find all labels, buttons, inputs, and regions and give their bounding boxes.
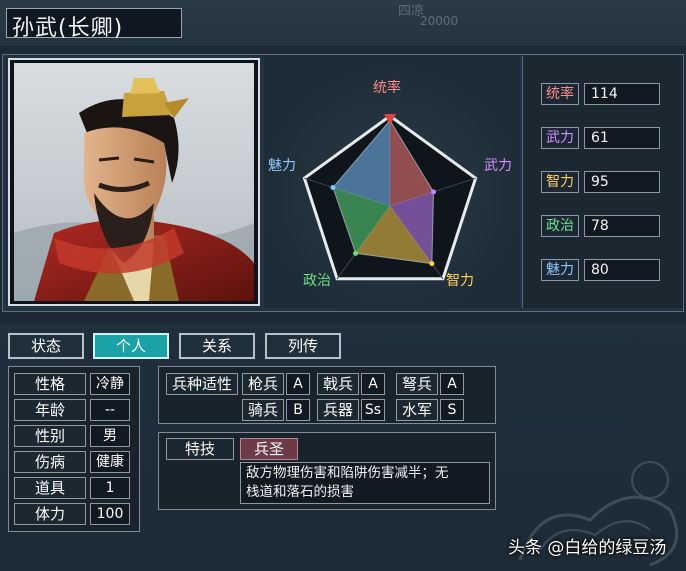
troop-type-label: 枪兵 — [242, 373, 284, 395]
troop-aptitude-title: 兵种适性 — [166, 373, 238, 395]
troop-grade: Ss — [361, 399, 385, 421]
troop-type-label: 骑兵 — [242, 399, 284, 421]
troop-grade: A — [286, 373, 310, 395]
personal-label: 性别 — [14, 425, 86, 447]
skill-desc-line-2: 栈道和落石的损害 — [246, 484, 354, 500]
faded-map-number: 20000 — [420, 14, 459, 28]
personal-value: -- — [90, 399, 130, 421]
personal-label: 体力 — [14, 503, 86, 525]
personal-value: 男 — [90, 425, 130, 447]
troop-grade: S — [440, 399, 464, 421]
radar-point — [431, 189, 437, 195]
radar-label-force: 武力 — [484, 158, 512, 174]
tab-3[interactable]: 列传 — [265, 333, 341, 359]
character-name: 孙武(长卿) — [12, 16, 124, 41]
personal-value: 冷静 — [90, 373, 130, 395]
character-portrait — [14, 63, 254, 301]
radar-label-charm: 魅力 — [268, 158, 296, 174]
special-skill-title: 特技 — [166, 438, 234, 460]
radar-label-command: 统率 — [373, 80, 401, 96]
radar-point — [353, 250, 359, 256]
personal-label: 年龄 — [14, 399, 86, 421]
tab-0[interactable]: 状态 — [8, 333, 84, 359]
personal-label: 性格 — [14, 373, 86, 395]
stat-value: 78 — [584, 215, 660, 237]
troop-grade: B — [286, 399, 310, 421]
troop-grade: A — [440, 373, 464, 395]
stat-label: 魅力 — [541, 259, 579, 281]
stat-label: 武力 — [541, 127, 579, 149]
stat-value: 95 — [584, 171, 660, 193]
troop-grade: A — [361, 373, 385, 395]
personal-value: 100 — [90, 503, 130, 525]
watermark-text: 头条 @白给的绿豆汤 — [508, 538, 667, 558]
personal-value: 1 — [90, 477, 130, 499]
tab-2[interactable]: 关系 — [179, 333, 255, 359]
special-skill-name[interactable]: 兵圣 — [240, 438, 298, 460]
portrait-illustration — [14, 63, 254, 301]
personal-label: 道具 — [14, 477, 86, 499]
stat-value: 80 — [584, 259, 660, 281]
personal-label: 伤病 — [14, 451, 86, 473]
stat-value: 114 — [584, 83, 660, 105]
troop-type-label: 弩兵 — [396, 373, 438, 395]
stat-label: 政治 — [541, 215, 579, 237]
tab-1[interactable]: 个人 — [93, 333, 169, 359]
radar-label-intelligence: 智力 — [446, 273, 474, 289]
special-skill-description: 敌方物理伤害和陷阱伤害减半；无 栈道和落石的损害 — [240, 462, 490, 504]
radar-point — [429, 261, 435, 267]
troop-type-label: 戟兵 — [317, 373, 359, 395]
troop-type-label: 水军 — [396, 399, 438, 421]
radar-point — [330, 184, 336, 190]
skill-desc-line-1: 敌方物理伤害和陷阱伤害减半；无 — [246, 465, 449, 481]
stat-label: 智力 — [541, 171, 579, 193]
personal-value: 健康 — [90, 451, 130, 473]
troop-type-label: 兵器 — [317, 399, 359, 421]
radar-label-politics: 政治 — [303, 273, 331, 289]
stat-value: 61 — [584, 127, 660, 149]
stat-label: 统率 — [541, 83, 579, 105]
